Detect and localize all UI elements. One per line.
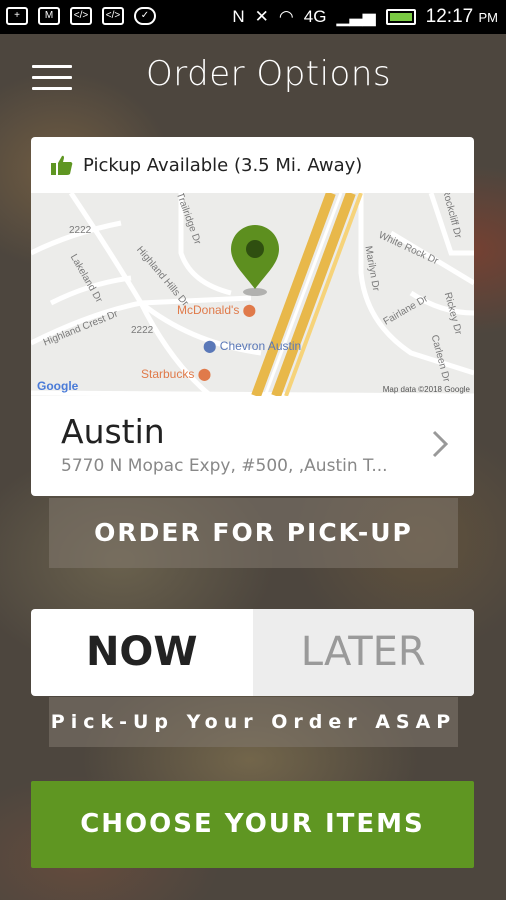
poi-mcdonalds: McDonald's ⬤ xyxy=(177,303,256,317)
mute-icon: ✕ xyxy=(254,7,269,26)
food-pin-icon: ⬤ xyxy=(242,303,257,317)
location-name: Austin xyxy=(61,412,165,451)
add-icon: + xyxy=(6,7,28,25)
later-option[interactable]: LATER xyxy=(252,609,474,696)
hamburger-menu-icon[interactable] xyxy=(32,65,72,91)
app-header: Order Options xyxy=(0,34,506,122)
code-icon-2: </> xyxy=(102,7,124,25)
signal-icon: ▁▃▅ xyxy=(336,7,376,26)
road-label: 2222 xyxy=(69,225,92,236)
map-pin-icon xyxy=(231,225,279,296)
coffee-pin-icon: ⬤ xyxy=(197,367,212,381)
wifi-icon: ◠ xyxy=(278,7,294,26)
page-title: Order Options xyxy=(146,54,392,94)
chat-icon: ✓ xyxy=(134,7,156,25)
now-option[interactable]: NOW xyxy=(31,609,253,696)
location-row[interactable]: Austin 5770 N Mopac Expy, #500, ,Austin … xyxy=(31,396,474,496)
location-address: 5770 N Mopac Expy, #500, ,Austin T... xyxy=(61,456,388,476)
clock: 12:17 PM xyxy=(425,6,498,27)
order-for-pickup-button[interactable]: ORDER FOR PICK-UP xyxy=(49,498,458,568)
battery-icon xyxy=(385,9,416,25)
network-type: 4G xyxy=(303,7,327,26)
availability-row: Pickup Available (3.5 Mi. Away) xyxy=(31,137,474,193)
choose-items-button[interactable]: CHOOSE YOUR ITEMS xyxy=(31,781,474,868)
poi-mcdonalds-label: McDonald's xyxy=(177,303,240,317)
map-attribution: Map data ©2018 Google xyxy=(382,385,470,394)
thumbs-up-icon xyxy=(51,155,73,175)
poi-starbucks-label: Starbucks xyxy=(141,367,195,381)
gas-pin-icon: ⬤ xyxy=(203,339,217,353)
chevron-right-icon[interactable] xyxy=(432,430,448,458)
poi-chevron: ⬤ Chevron Austin xyxy=(203,339,301,353)
poi-starbucks: Starbucks ⬤ xyxy=(141,367,211,381)
location-card[interactable]: Pickup Available (3.5 Mi. Away) 2222 222… xyxy=(31,137,474,496)
pickup-availability: Pickup Available (3.5 Mi. Away) xyxy=(83,154,363,176)
poi-chevron-label: Chevron Austin xyxy=(219,339,302,353)
time-toggle: NOW LATER xyxy=(31,609,474,696)
asap-label: Pick-Up Your Order ASAP xyxy=(49,697,458,747)
google-logo: Google xyxy=(37,379,79,393)
mail-icon: M xyxy=(38,7,60,25)
road-label: 2222 xyxy=(131,325,154,336)
status-bar: + M </> </> ✓ N ✕ ◠ 4G ▁▃▅ 12:17 PM xyxy=(0,0,506,34)
map-view[interactable]: 2222 2222 Highland Crest Dr Highland Hil… xyxy=(31,193,474,396)
code-icon: </> xyxy=(70,7,92,25)
nfc-icon: N xyxy=(232,7,245,26)
